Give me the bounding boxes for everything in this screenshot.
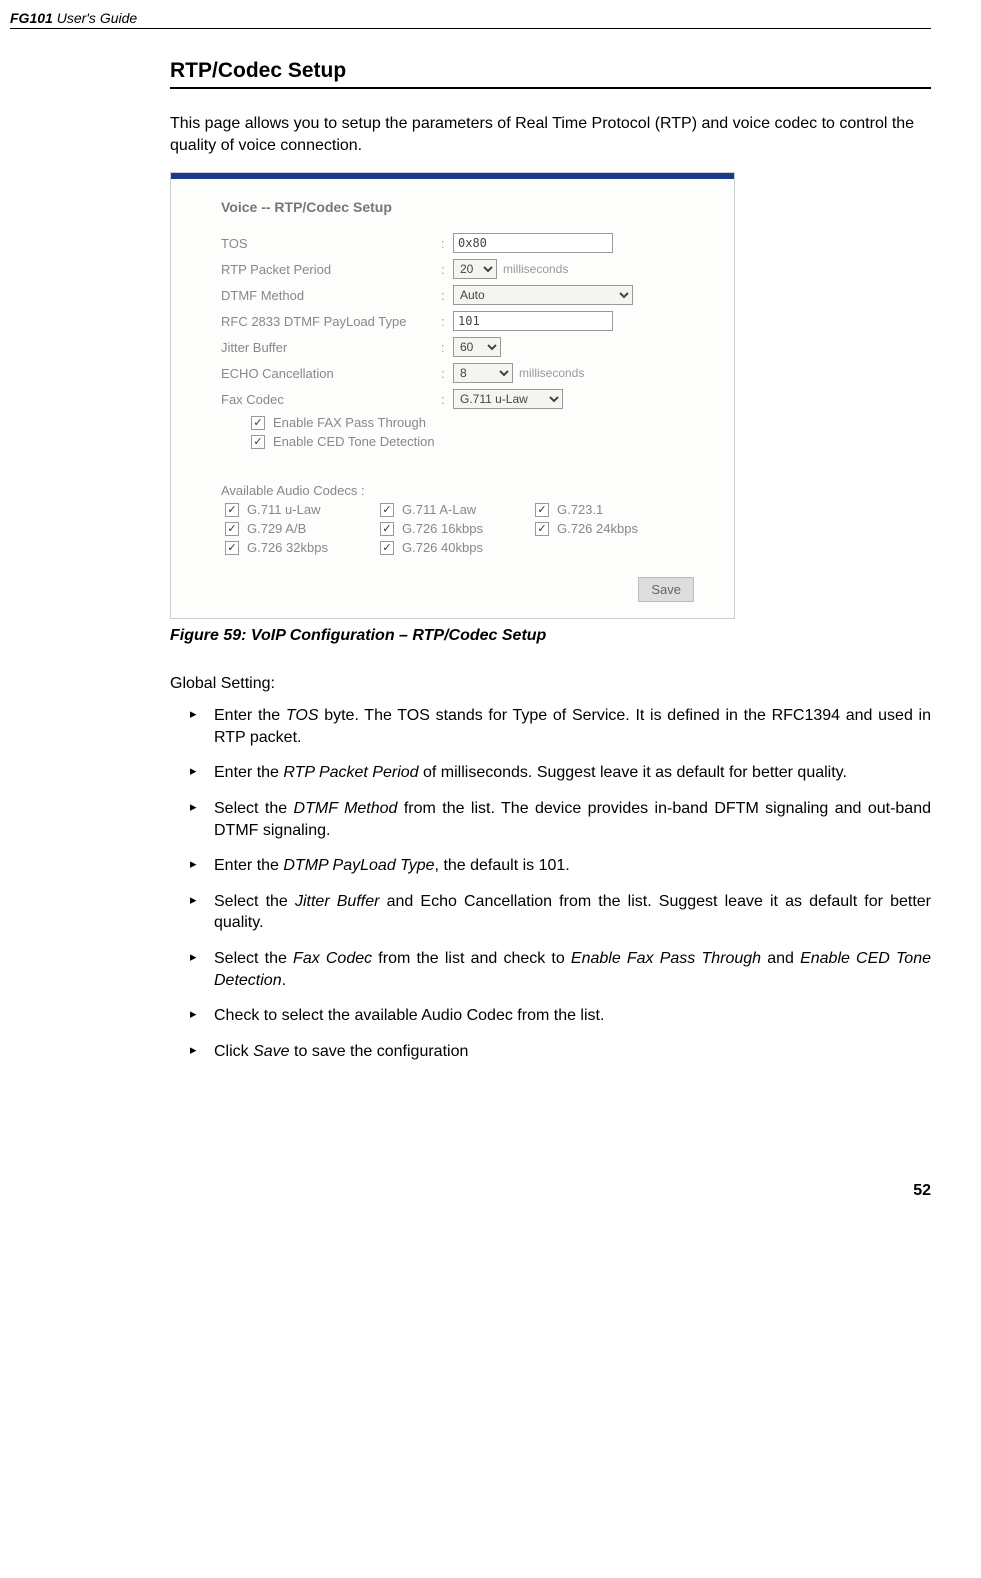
check-fax-pass-row: ✓ Enable FAX Pass Through — [251, 415, 704, 430]
colon: : — [441, 262, 453, 277]
codec-label: G.723.1 — [557, 502, 603, 517]
bullet-item: Select the Jitter Buffer and Echo Cancel… — [190, 891, 931, 934]
content-area: RTP/Codec Setup This page allows you to … — [170, 59, 931, 1062]
codec-label: G.726 16kbps — [402, 521, 483, 536]
check-ced-row: ✓ Enable CED Tone Detection — [251, 434, 704, 449]
figure-caption: Figure 59: VoIP Configuration – RTP/Code… — [170, 627, 931, 645]
figure-body: Voice -- RTP/Codec Setup TOS : RTP Packe… — [171, 179, 734, 618]
page-number: 52 — [10, 1182, 931, 1200]
header-product: FG101 User's Guide — [10, 10, 137, 26]
codec-row: ✓ G.711 u-Law ✓ G.711 A-Law ✓ G.723.1 — [225, 502, 704, 517]
bullet-item: Enter the RTP Packet Period of milliseco… — [190, 762, 931, 784]
input-rfc[interactable] — [453, 311, 613, 331]
select-fax[interactable]: G.711 u-Law — [453, 389, 563, 409]
codec-grid: ✓ G.711 u-Law ✓ G.711 A-Law ✓ G.723.1 ✓ G.72… — [225, 502, 704, 555]
input-tos[interactable] — [453, 233, 613, 253]
codec-label: G.726 32kbps — [247, 540, 328, 555]
figure-heading: Voice -- RTP/Codec Setup — [221, 199, 704, 215]
codecs-label: Available Audio Codecs : — [221, 483, 704, 498]
bullet-item: Select the Fax Codec from the list and c… — [190, 948, 931, 991]
label-ced: Enable CED Tone Detection — [273, 434, 435, 449]
bullet-list: Enter the TOS byte. The TOS stands for T… — [170, 705, 931, 1062]
checkbox-fax-pass[interactable]: ✓ — [251, 416, 265, 430]
label-fax: Fax Codec — [221, 392, 441, 407]
checkbox-ced[interactable]: ✓ — [251, 435, 265, 449]
codec-label: G.726 24kbps — [557, 521, 638, 536]
label-dtmf: DTMF Method — [221, 288, 441, 303]
bullet-item: Check to select the available Audio Code… — [190, 1005, 931, 1027]
label-tos: TOS — [221, 236, 441, 251]
colon: : — [441, 340, 453, 355]
row-echo: ECHO Cancellation : 8 milliseconds — [221, 363, 704, 383]
unit-rtp: milliseconds — [503, 262, 568, 276]
figure-screenshot: Voice -- RTP/Codec Setup TOS : RTP Packe… — [170, 172, 735, 619]
checkbox-codec[interactable]: ✓ — [380, 522, 394, 536]
select-rtp[interactable]: 20 — [453, 259, 497, 279]
save-button[interactable]: Save — [638, 577, 694, 602]
intro-paragraph: This page allows you to setup the parame… — [170, 113, 931, 156]
page-header: FG101 User's Guide — [10, 10, 931, 29]
section-title: RTP/Codec Setup — [170, 59, 931, 89]
codec-row: ✓ G.729 A/B ✓ G.726 16kbps ✓ G.726 24kbps — [225, 521, 704, 536]
label-jitter: Jitter Buffer — [221, 340, 441, 355]
row-rtp: RTP Packet Period : 20 milliseconds — [221, 259, 704, 279]
codec-label: G.711 A-Law — [402, 502, 476, 517]
codec-label: G.726 40kbps — [402, 540, 483, 555]
row-dtmf: DTMF Method : Auto — [221, 285, 704, 305]
row-tos: TOS : — [221, 233, 704, 253]
label-rfc: RFC 2833 DTMF PayLoad Type — [221, 314, 441, 329]
label-rtp: RTP Packet Period — [221, 262, 441, 277]
unit-echo: milliseconds — [519, 366, 584, 380]
checkbox-codec[interactable]: ✓ — [225, 522, 239, 536]
checkbox-codec[interactable]: ✓ — [535, 503, 549, 517]
codec-row: ✓ G.726 32kbps ✓ G.726 40kbps — [225, 540, 704, 555]
colon: : — [441, 288, 453, 303]
codec-label: G.711 u-Law — [247, 502, 320, 517]
label-fax-pass: Enable FAX Pass Through — [273, 415, 426, 430]
row-jitter: Jitter Buffer : 60 — [221, 337, 704, 357]
product-name: FG101 — [10, 10, 53, 26]
colon: : — [441, 314, 453, 329]
colon: : — [441, 366, 453, 381]
guide-label: User's Guide — [57, 10, 137, 26]
checkbox-codec[interactable]: ✓ — [380, 503, 394, 517]
colon: : — [441, 392, 453, 407]
row-rfc: RFC 2833 DTMF PayLoad Type : — [221, 311, 704, 331]
checkbox-codec[interactable]: ✓ — [225, 541, 239, 555]
bullet-item: Enter the TOS byte. The TOS stands for T… — [190, 705, 931, 748]
row-fax: Fax Codec : G.711 u-Law — [221, 389, 704, 409]
bullet-item: Select the DTMF Method from the list. Th… — [190, 798, 931, 841]
label-echo: ECHO Cancellation — [221, 366, 441, 381]
bullet-item: Click Save to save the configuration — [190, 1041, 931, 1063]
global-setting-label: Global Setting: — [170, 675, 931, 693]
bullet-item: Enter the DTMP PayLoad Type, the default… — [190, 855, 931, 877]
codec-label: G.729 A/B — [247, 521, 306, 536]
select-echo[interactable]: 8 — [453, 363, 513, 383]
colon: : — [441, 236, 453, 251]
checkbox-codec[interactable]: ✓ — [535, 522, 549, 536]
select-jitter[interactable]: 60 — [453, 337, 501, 357]
select-dtmf[interactable]: Auto — [453, 285, 633, 305]
checkbox-codec[interactable]: ✓ — [225, 503, 239, 517]
checkbox-codec[interactable]: ✓ — [380, 541, 394, 555]
